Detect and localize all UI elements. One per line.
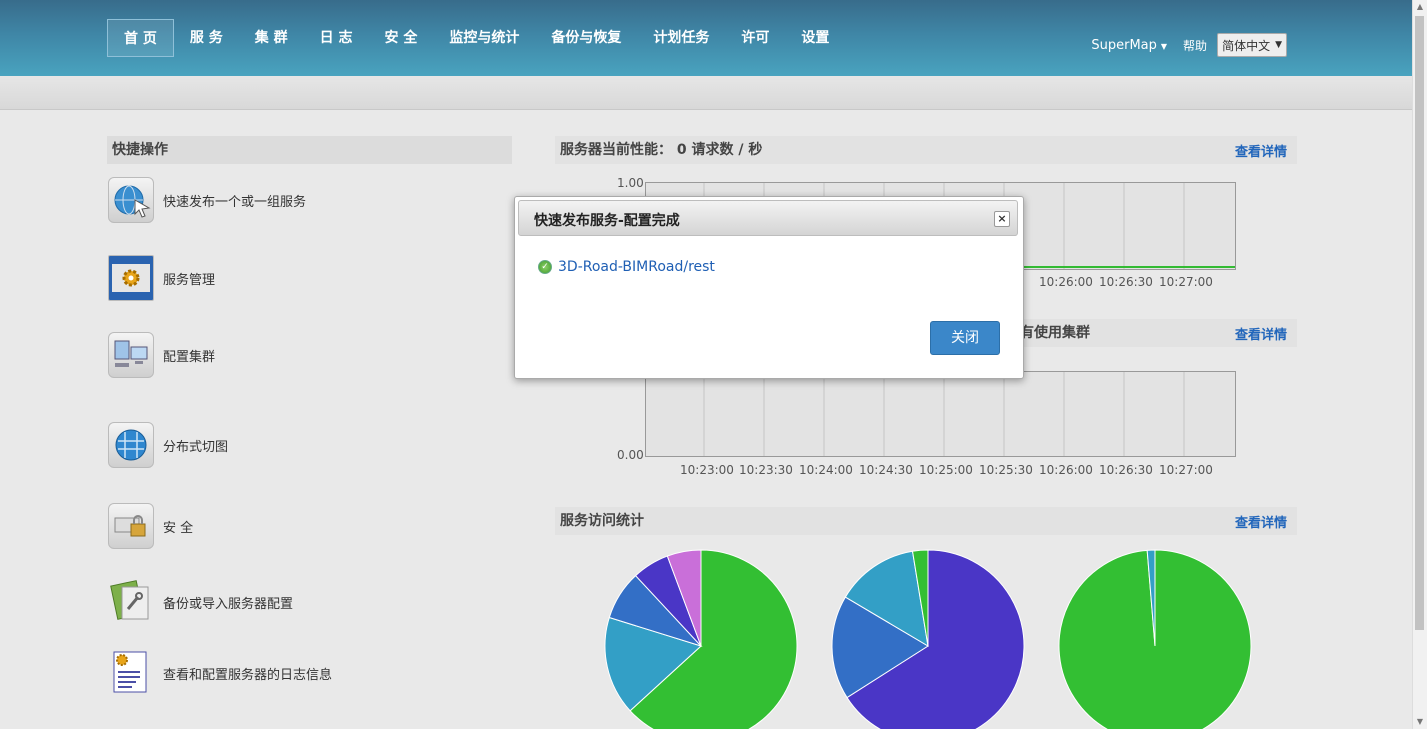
cluster-x-tick: 10:25:30 (979, 463, 1033, 477)
dialog-title: 快速发布服务-配置完成 (534, 213, 680, 229)
main-nav: 首 页 服 务 集 群 日 志 安 全 监控与统计 备份与恢复 计划任务 许可 … (107, 19, 845, 59)
cluster-chart-svg (703, 372, 1185, 456)
language-select[interactable]: 简体中文 ▼ (1217, 33, 1287, 57)
nav-security[interactable]: 安 全 (369, 19, 434, 57)
user-name: SuperMap (1091, 37, 1157, 53)
cluster-x-tick: 10:24:30 (859, 463, 913, 477)
backup-wrench-icon (108, 579, 154, 625)
quick-op-publish[interactable]: 快速发布一个或一组服务 (108, 177, 306, 223)
cluster-x-tick: 10:25:00 (919, 463, 973, 477)
cluster-x-tick: 10:26:30 (1099, 463, 1153, 477)
quick-op-backup[interactable]: 备份或导入服务器配置 (108, 579, 293, 625)
quick-op-cluster[interactable]: 配置集群 (108, 332, 215, 378)
stats-pie-charts (604, 549, 1252, 729)
dialog-header: 快速发布服务-配置完成 × (518, 200, 1018, 236)
nav-monitoring[interactable]: 监控与统计 (433, 19, 535, 57)
cluster-details-link[interactable]: 查看详情 (1235, 324, 1287, 343)
nav-license[interactable]: 许可 (725, 19, 785, 57)
page-scrollbar[interactable]: ▲ ▼ (1412, 0, 1427, 729)
quick-op-label: 查看和配置服务器的日志信息 (163, 667, 333, 683)
quick-op-service-manage[interactable]: 服务管理 (108, 255, 215, 301)
quick-ops-header: 快捷操作 (107, 136, 512, 164)
scrollbar-thumb[interactable] (1415, 16, 1424, 630)
globe-publish-icon (108, 177, 154, 223)
quick-op-label: 安 全 (163, 520, 194, 536)
globe-tiles-icon (108, 422, 154, 468)
caret-down-icon: ▼ (1160, 41, 1168, 51)
cluster-computers-icon (108, 332, 154, 378)
cluster-x-tick: 10:24:00 (799, 463, 853, 477)
quick-op-label: 备份或导入服务器配置 (163, 596, 294, 612)
cluster-x-tick: 10:27:00 (1159, 463, 1213, 477)
nav-scheduled-tasks[interactable]: 计划任务 (637, 19, 725, 57)
quick-op-security[interactable]: 安 全 (108, 503, 193, 549)
nav-services[interactable]: 服 务 (174, 19, 239, 57)
scroll-down-arrow-icon[interactable]: ▼ (1413, 715, 1427, 729)
user-menu[interactable]: SuperMap ▼ (1091, 38, 1167, 53)
language-value: 简体中文 (1222, 38, 1271, 53)
published-service-url: 3D-Road-BIMRoad/rest (558, 259, 715, 275)
top-nav-bar: 首 页 服 务 集 群 日 志 安 全 监控与统计 备份与恢复 计划任务 许可 … (0, 0, 1413, 76)
scroll-up-arrow-icon[interactable]: ▲ (1413, 0, 1427, 14)
quick-op-label: 配置集群 (163, 349, 216, 365)
perf-x-tick: 10:27:00 (1159, 275, 1213, 289)
stats-header: 服务访问统计 (555, 507, 1297, 535)
perf-x-tick: 10:26:00 (1039, 275, 1093, 289)
perf-y-top-label: 1.00 (617, 176, 644, 190)
sub-bar (0, 76, 1413, 110)
cluster-chart (645, 371, 1236, 457)
quick-op-label: 服务管理 (163, 272, 216, 288)
published-service-link[interactable]: ✓ 3D-Road-BIMRoad/rest (538, 259, 715, 275)
cluster-y-bottom-label: 0.00 (617, 448, 644, 462)
cluster-x-tick: 10:23:00 (680, 463, 734, 477)
performance-title: 服务器当前性能： (560, 142, 672, 158)
stats-details-link[interactable]: 查看详情 (1235, 512, 1287, 531)
performance-unit: 请求数 / 秒 (691, 142, 763, 158)
cluster-x-tick: 10:26:00 (1039, 463, 1093, 477)
nav-home[interactable]: 首 页 (107, 19, 174, 57)
check-icon: ✓ (538, 260, 552, 274)
nav-logs[interactable]: 日 志 (304, 19, 369, 57)
close-icon[interactable]: × (994, 211, 1010, 227)
close-button[interactable]: 关闭 (930, 321, 1000, 355)
performance-header: 服务器当前性能： 0 请求数 / 秒 (555, 136, 1297, 164)
nav-cluster[interactable]: 集 群 (239, 19, 304, 57)
publish-complete-dialog: 快速发布服务-配置完成 × ✓ 3D-Road-BIMRoad/rest 关闭 (514, 196, 1024, 379)
performance-value: 0 (676, 142, 687, 158)
performance-details-link[interactable]: 查看详情 (1235, 141, 1287, 160)
nav-right: SuperMap ▼ 帮助 简体中文 ▼ (1091, 33, 1287, 57)
quick-op-label: 快速发布一个或一组服务 (163, 194, 307, 210)
nav-settings[interactable]: 设置 (785, 19, 845, 57)
help-link[interactable]: 帮助 (1183, 37, 1207, 54)
cluster-x-tick: 10:23:30 (739, 463, 793, 477)
nav-backup[interactable]: 备份与恢复 (535, 19, 637, 57)
dropdown-arrow-icon: ▼ (1275, 40, 1282, 50)
quick-op-label: 分布式切图 (163, 439, 229, 455)
quick-op-logs[interactable]: 查看和配置服务器的日志信息 (108, 650, 332, 696)
perf-x-tick: 10:26:30 (1099, 275, 1153, 289)
quick-op-tiles[interactable]: 分布式切图 (108, 422, 228, 468)
log-document-icon (108, 650, 154, 696)
lock-icon (108, 503, 154, 549)
service-gear-icon (108, 255, 154, 301)
